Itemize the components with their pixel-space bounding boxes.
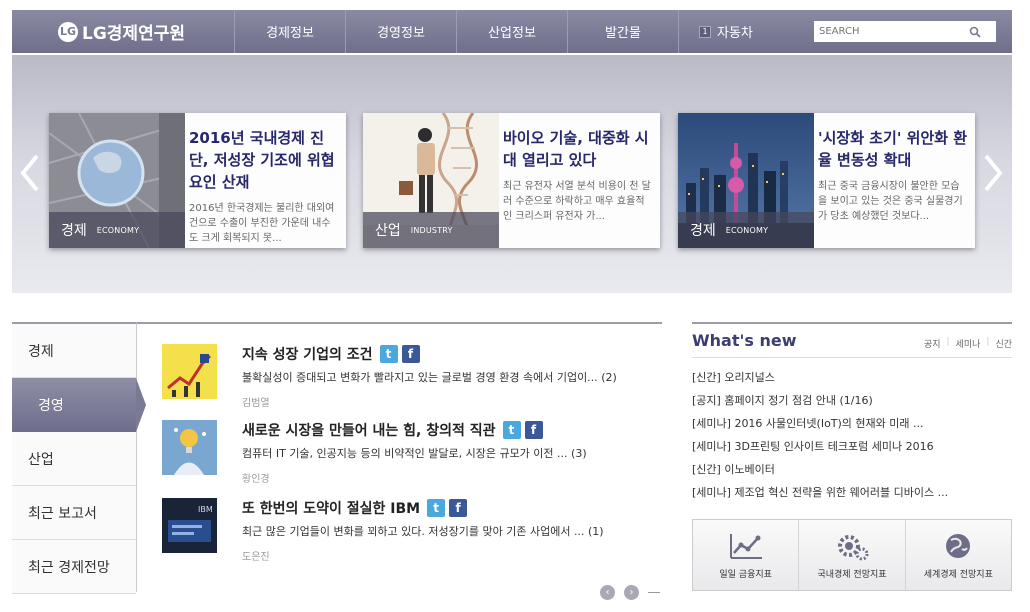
tab-recent-outlook[interactable]: 최근 경제전망 [12,540,136,594]
list-item: IBM 또 한번의 도약이 절실한 IBM t f 최근 많은 기업들이 변화를… [162,498,652,570]
page: LG LG경제연구원 경제정보 경영정보 산업정보 발간물 1 자동차 SEAR… [0,0,1030,612]
whats-new-title: What's new [692,331,797,350]
tab-industry[interactable]: 산업 [12,432,136,486]
logo-text: LG경제연구원 [82,24,185,44]
card-title: 바이오 기술, 대중화 시대 열리고 있다 [503,129,649,169]
global-outlook-button[interactable]: 세계경제 전망지표 [905,520,1011,590]
banner-card[interactable]: 산업 INDUSTRY 바이오 기술, 대중화 시대 열리고 있다 최근 유전자… [363,113,660,248]
category-tabs: 경제 경영 산업 최근 보고서 최근 경제전망 [12,322,146,594]
news-item[interactable]: [세미나] 제조업 혁신 전략을 위한 웨어러블 디바이스 ... [692,481,1012,504]
featured-banner: 경제 ECONOMY 2016년 국내경제 진단, 저성장 기조에 위협요인 산… [12,55,1012,293]
banner-card[interactable]: 경제 ECONOMY '시장화 초기' 위안화 환율 변동성 확대 최근 중국 … [678,113,975,248]
quick-link-label: 국내경제 전망지표 [817,569,887,580]
twitter-icon[interactable]: t [427,499,446,517]
prev-page-icon[interactable]: ‹ [600,585,615,600]
tab-recent-reports[interactable]: 최근 보고서 [12,486,136,540]
card-description: 최근 중국 금융시장이 불안한 모습을 보이고 있는 것은 중국 실물경기가 당… [818,181,963,222]
article-summary: 컴퓨터 IT 기술, 인공지능 등의 비약적인 발달로, 시장은 규모가 이전 … [242,447,587,460]
card-text: '시장화 초기' 위안화 환율 변동성 확대 최근 중국 금융시장이 불안한 모… [818,127,968,224]
twitter-icon[interactable]: t [379,345,398,363]
divider [648,592,660,593]
article-title[interactable]: 새로운 시장을 만들어 내는 힘, 창의적 직관 t f [242,420,543,440]
card-image: 경제 ECONOMY [678,113,814,248]
facebook-icon[interactable]: f [449,499,468,517]
news-item[interactable]: [공지] 홈페이지 정기 점검 안내 (1/16) [692,389,1012,412]
search-input[interactable] [814,22,964,41]
whats-new-filters: 공지 | 세미나 | 신간 [924,337,1012,350]
card-image: 경제 ECONOMY [49,113,185,248]
main-nav: 경제정보 경영정보 산업정보 발간물 [234,10,678,53]
popular-keyword[interactable]: 1 자동차 [678,10,799,53]
nav-management-info[interactable]: 경영정보 [345,10,456,53]
card-image: 산업 INDUSTRY [363,113,499,248]
comment-count: (2) [601,371,617,384]
news-item[interactable]: [신간] 오리지널스 [692,366,1012,389]
article-summary: 불확실성이 증대되고 변화가 빨라지고 있는 글로벌 경영 환경 속에서 기업이… [242,371,617,384]
search-icon[interactable] [964,21,986,42]
list-pager: ‹ › [600,585,648,600]
article-thumbnail[interactable] [162,420,217,475]
rank-badge: 1 [699,25,711,38]
card-text: 2016년 국내경제 진단, 저성장 기조에 위협요인 산재 2016년 한국경… [189,127,339,246]
divider [692,357,1012,358]
whats-new-header: What's new 공지 | 세미나 | 신간 [692,324,1012,352]
line-chart-icon [729,533,762,559]
card-title: '시장화 초기' 위안화 환율 변동성 확대 [818,129,968,169]
news-item[interactable]: [세미나] 2016 사물인터넷(IoT)의 현재와 미래 ... [692,412,1012,435]
list-item: 지속 성장 기업의 조건 t f 불확실성이 증대되고 변화가 빨라지고 있는 … [162,344,652,416]
comment-count: (3) [571,447,587,460]
article-author: 도은진 [242,552,270,563]
gear-icon [837,534,869,560]
chevron-left-icon[interactable] [19,153,41,193]
quick-links: 일일 금융지표 국내경제 전망지표 세계경제 전망지표 [692,519,1012,591]
facebook-icon[interactable]: f [524,421,543,439]
search-box [814,21,996,42]
article-title[interactable]: 또 한번의 도약이 절실한 IBM t f [242,498,468,518]
whats-new-panel: What's new 공지 | 세미나 | 신간 [신간] 오리지널스 [공지]… [692,322,1012,504]
quick-link-label: 세계경제 전망지표 [923,569,993,580]
nav-industry-info[interactable]: 산업정보 [456,10,567,53]
category-label: 경제 ECONOMY [678,212,814,248]
filter-separator: | [986,337,990,347]
quick-link-label: 일일 금융지표 [719,569,772,580]
card-text: 바이오 기술, 대중화 시대 열리고 있다 최근 유전자 서열 분석 비용이 천… [503,127,653,224]
comment-count: (1) [587,525,604,538]
top-nav-bar: LG LG경제연구원 경제정보 경영정보 산업정보 발간물 1 자동차 [12,10,1012,53]
popular-keyword-label: 자동차 [717,26,753,41]
twitter-icon[interactable]: t [502,421,521,439]
article-summary: 최근 많은 기업들이 변화를 꾀하고 있다. 저성장기를 맞아 기존 사업에서 … [242,525,604,538]
card-title: 2016년 국내경제 진단, 저성장 기조에 위협요인 산재 [189,129,335,191]
tab-economy[interactable]: 경제 [12,324,136,378]
article-thumbnail[interactable]: IBM [162,498,217,553]
article-title[interactable]: 지속 성장 기업의 조건 t f [242,344,420,364]
card-description: 2016년 한국경제는 불리한 대외여건으로 수출이 부진한 가운데 내수도 크… [189,203,335,244]
news-item[interactable]: [세미나] 3D프린팅 인사이트 테크포럼 세미나 2016 [692,435,1012,458]
list-item: 새로운 시장을 만들어 내는 힘, 창의적 직관 t f 컴퓨터 IT 기술, … [162,420,652,492]
filter-seminar[interactable]: 세미나 [956,337,981,350]
filter-new-book[interactable]: 신간 [995,337,1012,350]
daily-finance-button[interactable]: 일일 금융지표 [693,520,800,590]
next-page-icon[interactable]: › [624,585,639,600]
ibm-text: IBM [198,505,213,514]
site-logo[interactable]: LG LG경제연구원 [12,19,234,44]
facebook-icon[interactable]: f [401,345,420,363]
article-author: 황인경 [242,474,270,485]
article-author: 김범열 [242,398,270,409]
tab-management[interactable]: 경영 [12,378,146,432]
filter-separator: | [946,337,950,347]
filter-notice[interactable]: 공지 [924,337,941,350]
category-label: 산업 INDUSTRY [363,212,499,248]
nav-publications[interactable]: 발간물 [567,10,678,53]
card-description: 최근 유전자 서열 분석 비용이 천 달러 수준으로 하락하고 매우 효율적인 … [503,181,651,222]
domestic-outlook-button[interactable]: 국내경제 전망지표 [799,520,906,590]
category-label: 경제 ECONOMY [49,212,185,248]
article-list: 지속 성장 기업의 조건 t f 불확실성이 증대되고 변화가 빨라지고 있는 … [137,322,662,592]
article-thumbnail[interactable] [162,344,217,399]
banner-card[interactable]: 경제 ECONOMY 2016년 국내경제 진단, 저성장 기조에 위협요인 산… [49,113,346,248]
lg-logo-icon: LG [58,21,78,42]
nav-economy-info[interactable]: 경제정보 [234,10,345,53]
news-item[interactable]: [신간] 이노베이터 [692,458,1012,481]
globe-icon [946,533,971,558]
chevron-right-icon[interactable] [982,153,1004,193]
